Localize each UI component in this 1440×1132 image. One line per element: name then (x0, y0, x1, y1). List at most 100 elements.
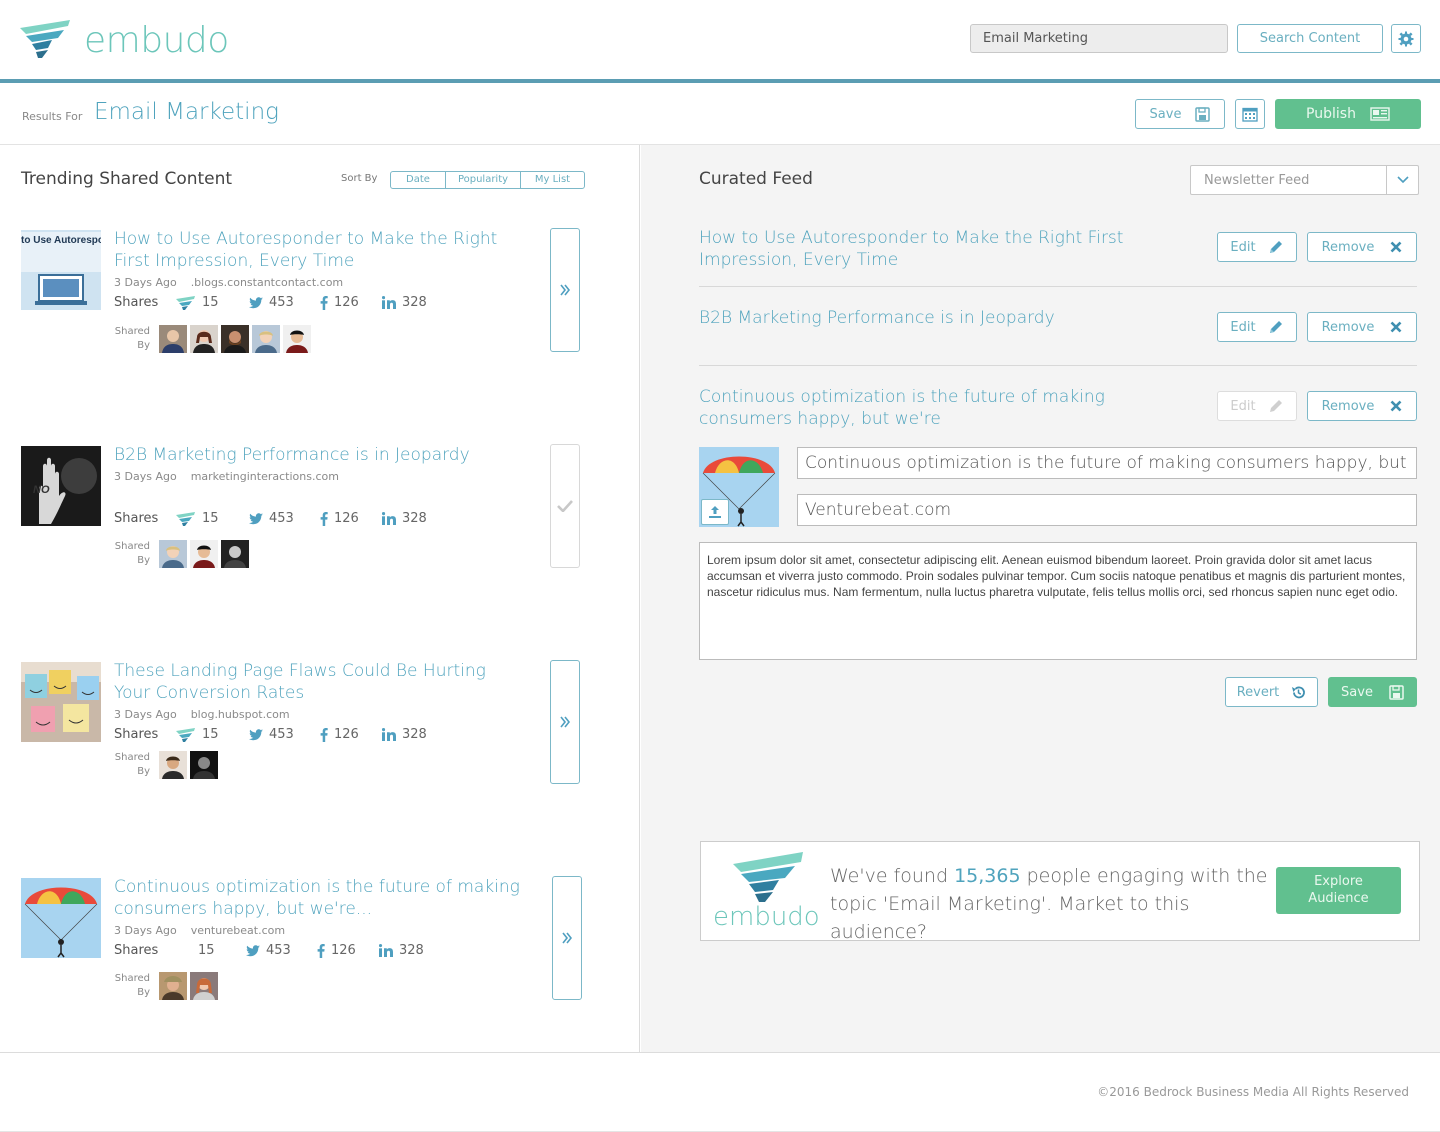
add-to-feed-button[interactable] (552, 876, 582, 1000)
thumbnail-caption: to Use Autorespo he Right First Imp Ever… (21, 235, 101, 246)
feed-item-title[interactable]: Continuous optimization is the future of… (699, 386, 1199, 430)
article-title[interactable]: Continuous optimization is the future of… (114, 876, 524, 920)
save-edit-button[interactable]: Save (1328, 677, 1417, 707)
close-icon (1390, 321, 1402, 333)
chevron-double-right-icon (560, 716, 570, 728)
linkedin-count: 328 (399, 943, 424, 958)
avatar[interactable] (159, 972, 187, 1000)
linkedin-icon (382, 512, 396, 525)
edit-source-field[interactable] (797, 494, 1417, 526)
article-title[interactable]: How to Use Autoresponder to Make the Rig… (114, 228, 524, 272)
edit-item-thumbnail (699, 447, 779, 527)
edit-summary-textarea[interactable]: Lorem ipsum dolor sit amet, consectetur … (699, 542, 1417, 660)
embudo-logo[interactable]: embudo (18, 18, 238, 68)
feed-item: Continuous optimization is the future of… (699, 386, 1417, 436)
upload-image-button[interactable] (701, 499, 729, 525)
article-meta: 3 Days Ago venturebeat.com (114, 924, 299, 937)
embudo-promo-logo: embudo (711, 850, 821, 936)
revert-button[interactable]: Revert (1225, 677, 1318, 707)
edit-label: Edit (1230, 239, 1256, 255)
shares-label: Shares (114, 943, 159, 958)
share-counts: Shares 15 453 126 328 (114, 727, 474, 745)
pencil-icon (1269, 321, 1282, 333)
article-title[interactable]: These Landing Page Flaws Could Be Hurtin… (114, 660, 524, 704)
chevron-double-right-icon (562, 932, 572, 944)
search-input[interactable] (970, 24, 1228, 53)
remove-button[interactable]: Remove (1307, 312, 1417, 342)
embudo-share-count: 15 (202, 295, 219, 310)
revert-label: Revert (1236, 684, 1280, 700)
curated-feed-title: Curated Feed (699, 169, 813, 189)
article-card: NO B2B Marketing Performance is in Jeopa… (21, 444, 591, 604)
avatar[interactable] (190, 540, 218, 568)
divider (699, 365, 1417, 366)
edit-title-field[interactable] (797, 447, 1417, 479)
feed-item-title[interactable]: How to Use Autoresponder to Make the Rig… (699, 227, 1199, 271)
publish-label: Publish (1306, 106, 1356, 122)
publish-button[interactable]: Publish (1275, 99, 1421, 129)
remove-label: Remove (1321, 398, 1375, 414)
feed-select[interactable]: Newsletter Feed (1190, 165, 1419, 195)
funnel-logo-icon (20, 20, 70, 58)
add-to-feed-button[interactable] (550, 660, 580, 784)
search-content-button[interactable]: Search Content (1237, 24, 1383, 53)
save-button[interactable]: Save (1135, 99, 1225, 129)
pencil-icon (1269, 241, 1282, 253)
shared-by-label: Shared By (114, 541, 150, 566)
curated-feed-pane: Curated Feed Newsletter Feed How to Use … (641, 145, 1440, 1052)
article-thumbnail[interactable]: to Use Autorespo he Right First Imp Ever… (21, 230, 101, 310)
audience-promo: embudo We've found 15,365 people engagin… (700, 841, 1420, 943)
shared-by-label: Shared By (114, 326, 150, 351)
avatar[interactable] (159, 325, 187, 353)
article-age: 3 Days Ago (114, 276, 177, 289)
funnel-logo-icon (733, 852, 803, 902)
edit-button[interactable]: Edit (1217, 232, 1297, 262)
article-source: blog.hubspot.com (190, 708, 290, 721)
edit-button[interactable]: Edit (1217, 312, 1297, 342)
twitter-count: 453 (269, 295, 294, 310)
remove-label: Remove (1321, 239, 1375, 255)
article-thumbnail[interactable] (21, 878, 101, 958)
feed-item-title[interactable]: B2B Marketing Performance is in Jeopardy (699, 307, 1199, 329)
close-icon (1390, 241, 1402, 253)
audience-count: 15,365 (954, 865, 1021, 887)
avatar[interactable] (252, 325, 280, 353)
share-counts: Shares 15 453 126 328 (114, 943, 474, 961)
avatar[interactable] (190, 972, 218, 1000)
edit-button-disabled: Edit (1217, 391, 1297, 421)
twitter-count: 453 (269, 727, 294, 742)
article-thumbnail[interactable] (21, 662, 101, 742)
facebook-icon (320, 511, 328, 526)
sharer-avatars (159, 972, 218, 1000)
article-title[interactable]: B2B Marketing Performance is in Jeopardy (114, 444, 524, 466)
sharer-avatars (159, 540, 249, 568)
facebook-count: 126 (334, 511, 359, 526)
remove-button[interactable]: Remove (1307, 232, 1417, 262)
linkedin-count: 328 (402, 295, 427, 310)
remove-button[interactable]: Remove (1307, 391, 1417, 421)
article-card: Continuous optimization is the future of… (21, 876, 591, 1036)
settings-button[interactable] (1391, 24, 1421, 53)
logo-text: embudo (84, 20, 229, 61)
avatar[interactable] (190, 325, 218, 353)
sort-date[interactable]: Date (391, 172, 446, 188)
footer: ©2016 Bedrock Business Media All Rights … (0, 1052, 1440, 1132)
article-thumbnail[interactable]: NO (21, 446, 101, 526)
edit-label: Edit (1230, 319, 1256, 335)
add-to-feed-button[interactable] (550, 228, 580, 352)
avatar[interactable] (221, 325, 249, 353)
avatar[interactable] (283, 325, 311, 353)
shares-label: Shares (114, 295, 159, 310)
sort-popularity[interactable]: Popularity (446, 172, 521, 188)
sort-my-list[interactable]: My List (521, 172, 584, 188)
avatar[interactable] (221, 540, 249, 568)
explore-audience-button[interactable]: Explore Audience (1276, 867, 1401, 914)
avatar[interactable] (159, 751, 187, 779)
linkedin-count: 328 (402, 511, 427, 526)
avatar[interactable] (159, 540, 187, 568)
sort-toggle: Date Popularity My List (390, 171, 585, 189)
added-to-feed-button[interactable] (550, 444, 580, 568)
schedule-button[interactable] (1235, 99, 1265, 129)
feed-item: B2B Marketing Performance is in Jeopardy… (699, 307, 1417, 347)
avatar[interactable] (190, 751, 218, 779)
